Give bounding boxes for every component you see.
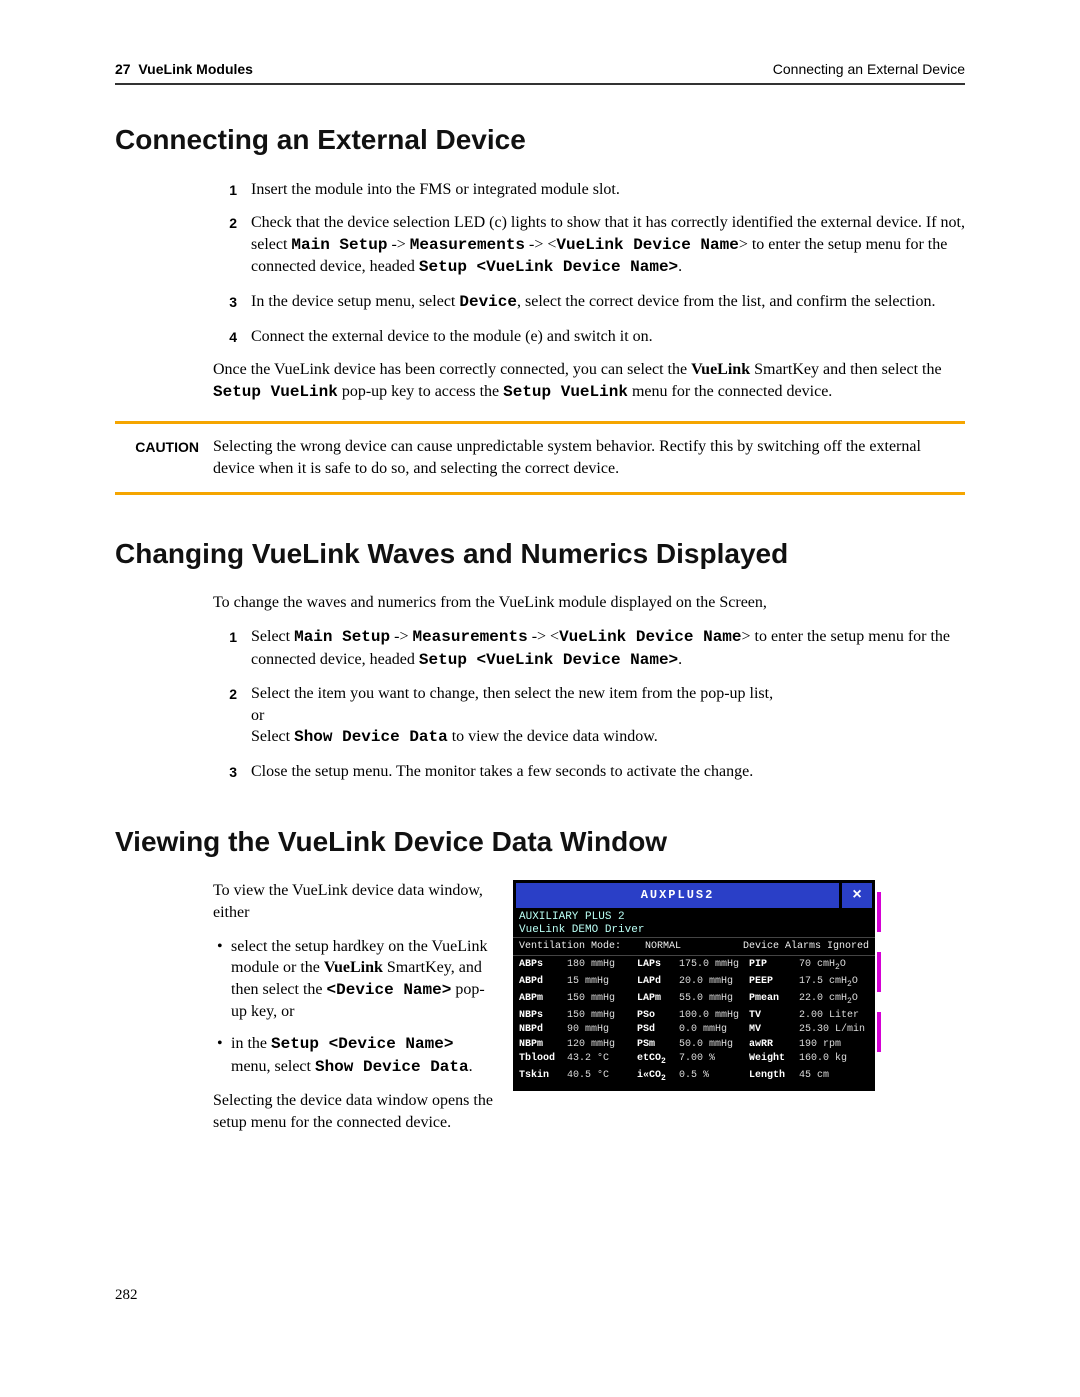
section3-outro: Selecting the device data window opens t… <box>213 1090 493 1133</box>
device-window-sub1: AUXILIARY PLUS 2 <box>519 911 869 924</box>
param-value: 175.0 mmHg <box>679 958 749 974</box>
param-label: MV <box>749 1023 799 1037</box>
param-label: Length <box>749 1069 799 1085</box>
page-header: 27 VueLink Modules Connecting an Externa… <box>115 60 965 85</box>
param-value: 90 mmHg <box>567 1023 637 1037</box>
param-label: ABPs <box>519 958 567 974</box>
param-label: NBPs <box>519 1009 567 1023</box>
param-value: 150 mmHg <box>567 992 637 1008</box>
step-2: 2 Check that the device selection LED (c… <box>213 212 965 279</box>
param-label: PSo <box>637 1009 679 1023</box>
device-window-title: AUXPLUS2 <box>516 883 839 907</box>
section-heading-viewing: Viewing the VueLink Device Data Window <box>115 823 965 861</box>
param-label: LAPd <box>637 975 679 991</box>
page-number: 282 <box>115 1285 965 1305</box>
menu-setup-vldn: Setup <VueLink Device Name> <box>419 258 678 276</box>
device-window-sub2: VueLink DEMO Driver <box>519 924 869 937</box>
param-label: NBPm <box>519 1038 567 1052</box>
section1-steps: 1 Insert the module into the FMS or inte… <box>213 179 965 348</box>
param-value: 17.5 cmH2O <box>799 975 875 991</box>
menu-main-setup: Main Setup <box>291 236 387 254</box>
section2-body: To change the waves and numerics from th… <box>213 592 965 782</box>
param-label: TV <box>749 1009 799 1023</box>
param-label: LAPm <box>637 992 679 1008</box>
step-2: 2 Select the item you want to change, th… <box>213 683 965 749</box>
param-label: LAPs <box>637 958 679 974</box>
param-value: 25.30 L/min <box>799 1023 875 1037</box>
device-alarms-status: Device Alarms Ignored <box>743 940 869 954</box>
caution-label: CAUTION <box>115 436 213 479</box>
device-data-window: AUXPLUS2 × AUXILIARY PLUS 2 VueLink DEMO… <box>513 880 875 1091</box>
section2-steps: 1 Select Main Setup -> Measurements -> <… <box>213 626 965 783</box>
param-label: ABPm <box>519 992 567 1008</box>
section3-intro: To view the VueLink device data window, … <box>213 880 493 923</box>
section3-bullets: select the setup hardkey on the VueLink … <box>213 936 493 1079</box>
param-label: PEEP <box>749 975 799 991</box>
close-icon[interactable]: × <box>842 883 872 907</box>
param-label: etCO2 <box>637 1052 679 1068</box>
caution-text: Selecting the wrong device can cause unp… <box>213 436 965 479</box>
param-label: Pmean <box>749 992 799 1008</box>
param-label: NBPd <box>519 1023 567 1037</box>
param-value: 45 cm <box>799 1069 875 1085</box>
step-1: 1 Select Main Setup -> Measurements -> <… <box>213 626 965 671</box>
step-3: 3 In the device setup menu, select Devic… <box>213 291 965 314</box>
param-value: 70 cmH2O <box>799 958 875 974</box>
param-label: PSm <box>637 1038 679 1052</box>
section3-body: To view the VueLink device data window, … <box>213 880 965 1145</box>
param-value: 20.0 mmHg <box>679 975 749 991</box>
header-section: Connecting an External Device <box>773 60 965 79</box>
menu-show-device-data: Show Device Data <box>294 728 448 746</box>
param-value: 160.0 kg <box>799 1052 875 1068</box>
header-chapter: 27 VueLink Modules <box>115 60 253 79</box>
param-value: 15 mmHg <box>567 975 637 991</box>
chapter-number: 27 <box>115 61 131 77</box>
param-label: ABPd <box>519 975 567 991</box>
section1-after-para: Once the VueLink device has been correct… <box>213 359 965 403</box>
param-label: Weight <box>749 1052 799 1068</box>
caution-block: CAUTION Selecting the wrong device can c… <box>115 421 965 494</box>
param-value: 150 mmHg <box>567 1009 637 1023</box>
param-label: PIP <box>749 958 799 974</box>
param-value: 0.5 % <box>679 1069 749 1085</box>
param-value: 50.0 mmHg <box>679 1038 749 1052</box>
param-value: 55.0 mmHg <box>679 992 749 1008</box>
param-label: Tblood <box>519 1052 567 1068</box>
param-value: 180 mmHg <box>567 958 637 974</box>
param-label: i«CO2 <box>637 1069 679 1085</box>
section-heading-changing: Changing VueLink Waves and Numerics Disp… <box>115 535 965 573</box>
param-label: Tskin <box>519 1069 567 1085</box>
param-label: PSd <box>637 1023 679 1037</box>
mode-value: NORMAL <box>645 941 681 952</box>
section1-body: 1 Insert the module into the FMS or inte… <box>213 179 965 404</box>
param-value: 43.2 °C <box>567 1052 637 1068</box>
device-data-grid: ABPs180 mmHgLAPs175.0 mmHgPIP70 cmH2O ABP… <box>513 956 875 1086</box>
param-value: 120 mmHg <box>567 1038 637 1052</box>
menu-device: Device <box>459 293 517 311</box>
menu-vuelink-device-name: VueLink Device Name <box>556 236 738 254</box>
bullet-1: select the setup hardkey on the VueLink … <box>213 936 493 1023</box>
step-3: 3 Close the setup menu. The monitor take… <box>213 761 965 783</box>
param-value: 0.0 mmHg <box>679 1023 749 1037</box>
step-1: 1 Insert the module into the FMS or inte… <box>213 179 965 201</box>
param-value: 40.5 °C <box>567 1069 637 1085</box>
step-4: 4 Connect the external device to the mod… <box>213 326 965 348</box>
param-label: awRR <box>749 1038 799 1052</box>
menu-measurements: Measurements <box>410 236 525 254</box>
section2-intro: To change the waves and numerics from th… <box>213 592 965 614</box>
param-value: 7.00 % <box>679 1052 749 1068</box>
param-value: 100.0 mmHg <box>679 1009 749 1023</box>
param-value: 190 rpm <box>799 1038 875 1052</box>
bullet-2: in the Setup <Device Name> menu, select … <box>213 1033 493 1078</box>
mode-label: Ventilation Mode: <box>519 941 621 952</box>
param-value: 2.00 Liter <box>799 1009 875 1023</box>
chapter-title: VueLink Modules <box>138 61 253 77</box>
param-value: 22.0 cmH2O <box>799 992 875 1008</box>
section-heading-connecting: Connecting an External Device <box>115 121 965 159</box>
